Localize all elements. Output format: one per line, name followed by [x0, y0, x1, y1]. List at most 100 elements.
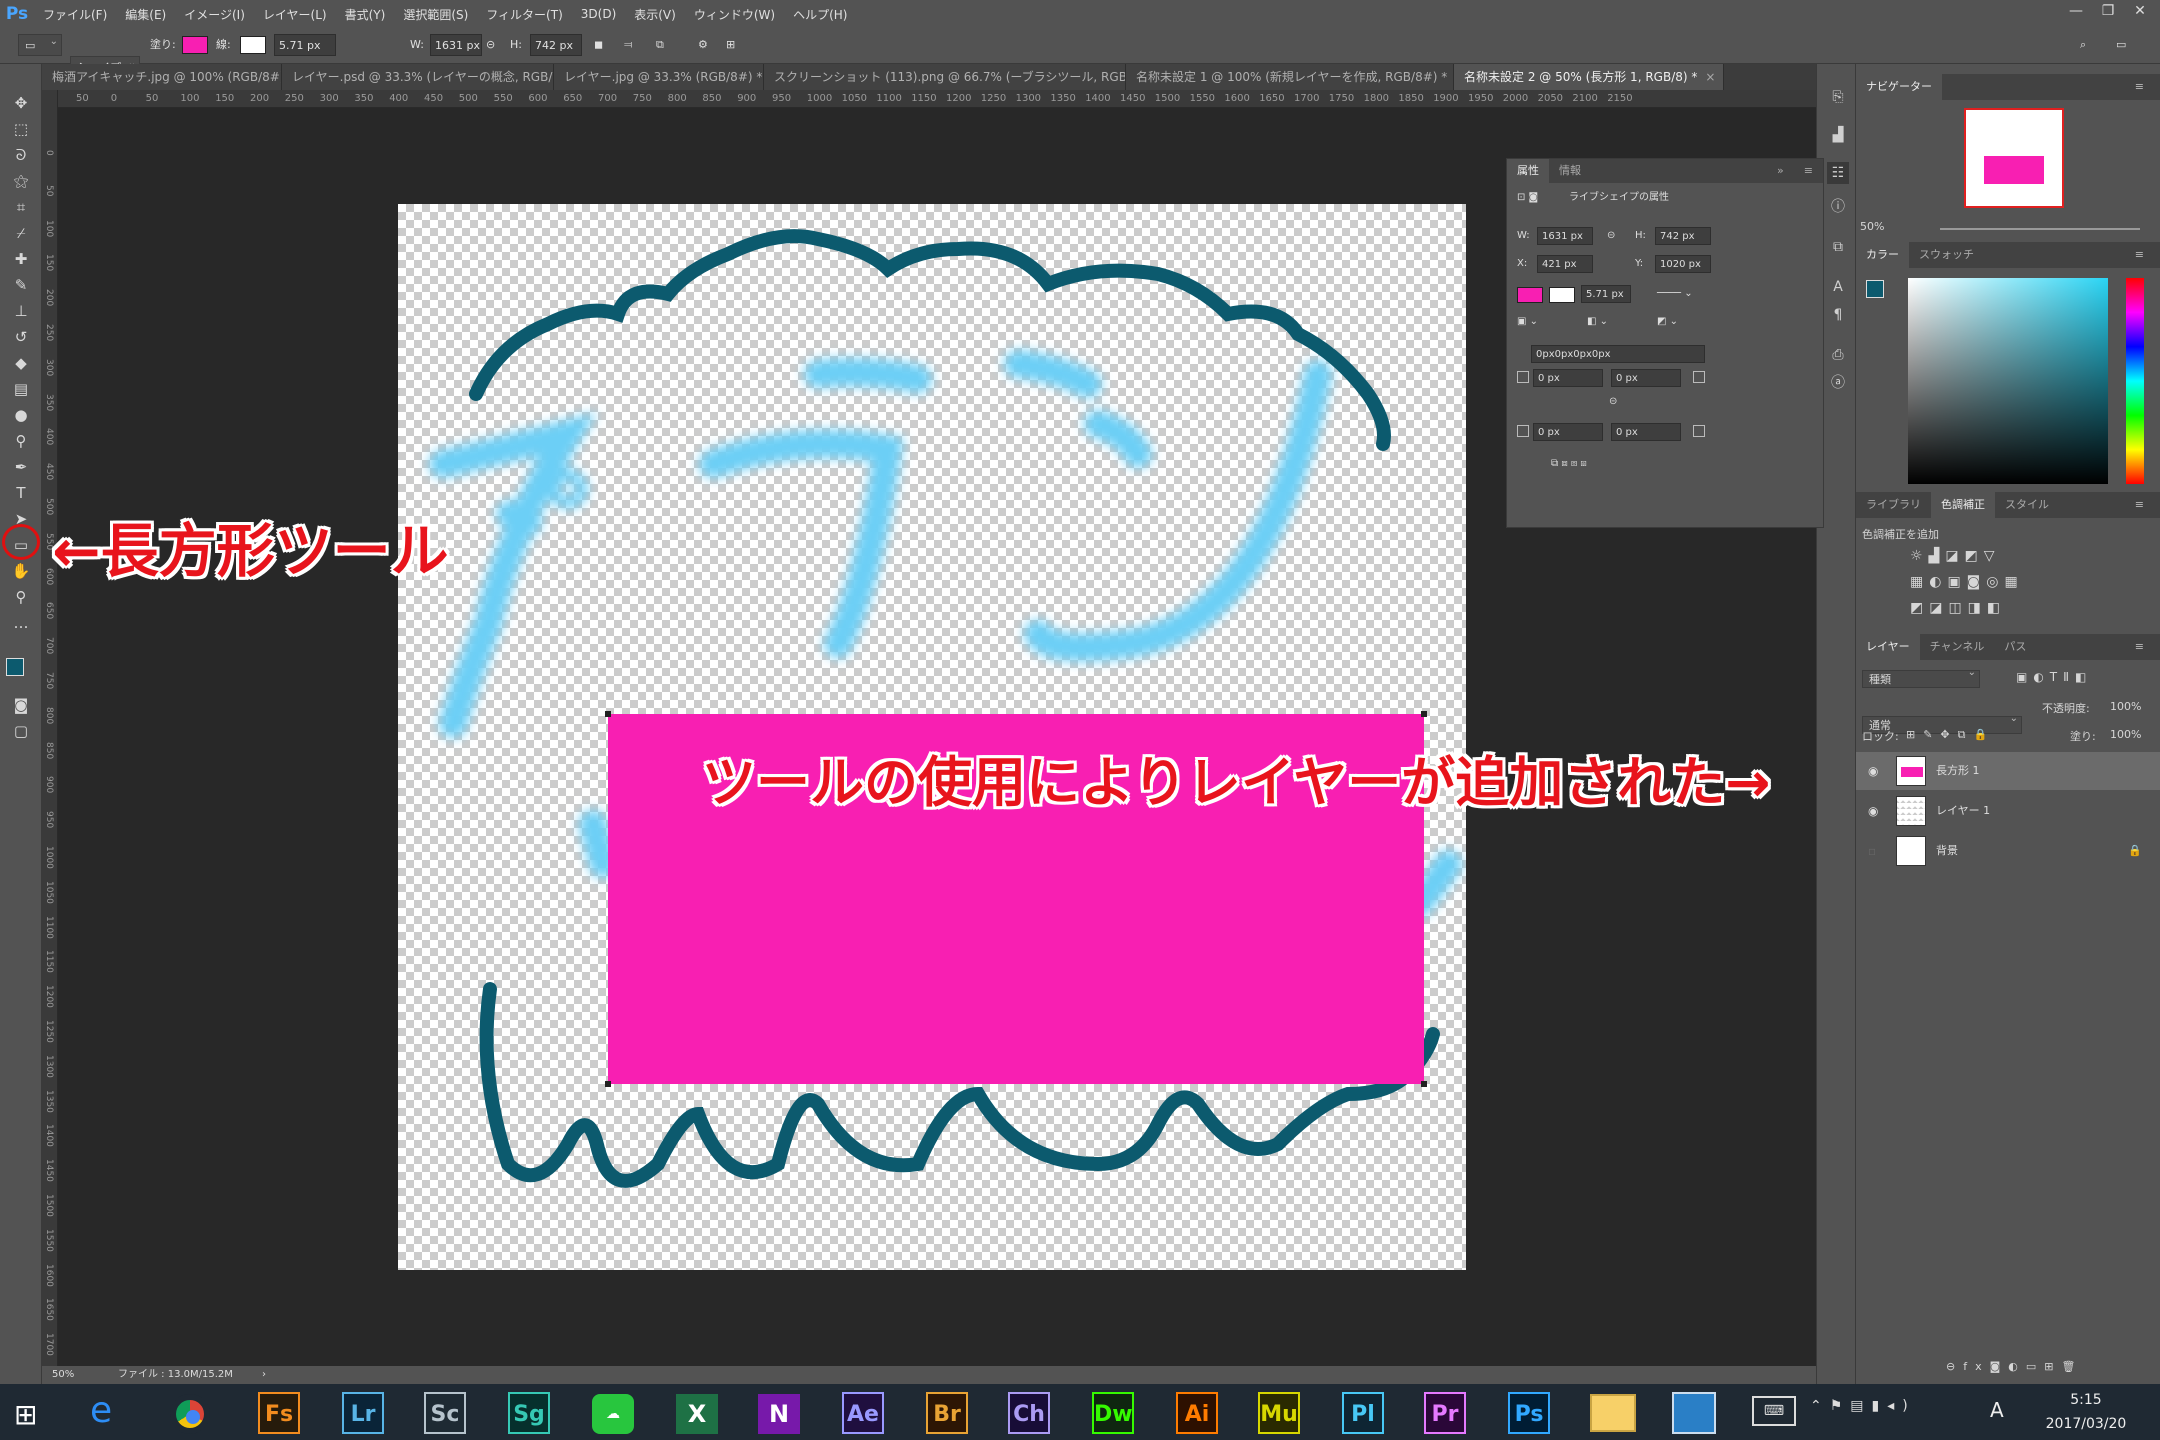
corner-checkbox[interactable] — [1517, 369, 1529, 387]
opacity-value[interactable]: 100% — [2110, 700, 2141, 713]
radius-3-field[interactable]: 0 px — [1533, 423, 1603, 441]
internet-explorer-icon[interactable]: e — [90, 1390, 112, 1431]
photoshop-app-icon[interactable]: Ps — [1508, 1392, 1550, 1434]
after-effects-app-icon[interactable]: Ae — [842, 1392, 884, 1434]
stroke-swatch[interactable] — [240, 36, 266, 54]
panel-menu-icon[interactable]: ≡ — [2125, 242, 2154, 268]
file-explorer-icon[interactable] — [1590, 1394, 1636, 1432]
history-brush-icon[interactable]: ↺ — [8, 326, 34, 348]
tab-adjustments[interactable]: 色調補正 — [1931, 492, 1995, 518]
brush-tool-icon[interactable]: ✎ — [8, 274, 34, 296]
illustrator-app-icon[interactable]: Ai — [1176, 1392, 1218, 1434]
adjustment-icons-row-2[interactable]: ▦◐▣◙◎▦ — [1910, 574, 2024, 590]
scout-app-icon[interactable]: Sc — [424, 1392, 466, 1434]
link-icon[interactable]: ⊝ — [486, 34, 495, 56]
healing-tool-icon[interactable]: ✚ — [8, 248, 34, 270]
corner-checkbox[interactable] — [1693, 369, 1705, 387]
marquee-tool-icon[interactable]: ⬚ — [8, 118, 34, 140]
close-icon[interactable]: × — [1705, 70, 1715, 84]
glyphs-icon[interactable]: ⎙ — [1827, 344, 1849, 366]
menu-layer[interactable]: レイヤー(L) — [254, 6, 336, 23]
layer-row-layer1[interactable]: ◉ レイヤー 1 — [1856, 792, 2160, 830]
clone-source-icon[interactable]: ⧉ — [1827, 236, 1849, 258]
type-tool-icon[interactable]: T — [8, 482, 34, 504]
tab-properties[interactable]: 属性 — [1507, 159, 1549, 183]
onenote-app-icon[interactable]: N — [758, 1394, 800, 1434]
zoom-level[interactable]: 50% — [52, 1366, 74, 1384]
tab-untitled-1[interactable]: 名称未設定 1 @ 100% (新規レイヤーを作成, RGB/8#) *× — [1126, 64, 1454, 90]
adjustment-icons-row-3[interactable]: ◩◪◫◨◧ — [1910, 600, 2006, 616]
photos-app-icon[interactable] — [1672, 1392, 1716, 1434]
stroke-style-dropdown[interactable]: ──── ⌄ — [1657, 285, 1693, 303]
tab-info[interactable]: 情報 — [1549, 159, 1591, 183]
radius-2-field[interactable]: 0 px — [1611, 369, 1681, 387]
foreground-color-swatch[interactable] — [6, 658, 24, 676]
bridge-app-icon[interactable]: Br — [926, 1392, 968, 1434]
visibility-eye-icon[interactable]: ◉ — [1868, 752, 1878, 790]
lock-icons[interactable]: ⊞✎✥⧉🔒 — [1906, 728, 1995, 742]
prop-height-field[interactable]: 742 px — [1655, 227, 1711, 245]
fill-value[interactable]: 100% — [2110, 728, 2141, 741]
tab-untitled-2[interactable]: 名称未設定 2 @ 50% (長方形 1, RGB/8) * × — [1454, 64, 1724, 90]
layer-row-background[interactable]: ▫ 背景 🔒 — [1856, 832, 2160, 870]
corner-checkbox[interactable] — [1517, 423, 1529, 441]
lightroom-app-icon[interactable]: Lr — [342, 1392, 384, 1434]
histogram-icon[interactable]: ▟ — [1827, 124, 1849, 146]
prop-width-field[interactable]: 1631 px — [1537, 227, 1593, 245]
stroke-width-field[interactable]: 5.71 px — [274, 34, 336, 56]
restore-button[interactable]: ❐ — [2092, 0, 2124, 24]
panel-menu-icon[interactable]: ≡ — [2125, 492, 2154, 518]
transform-handle[interactable] — [605, 711, 611, 717]
tab-color[interactable]: カラー — [1856, 242, 1909, 268]
hand-tool-icon[interactable]: ✋ — [8, 560, 34, 582]
character-icon[interactable]: A — [1827, 276, 1849, 298]
transform-handle[interactable] — [1421, 1081, 1427, 1087]
tab-paths[interactable]: パス — [1994, 634, 2036, 660]
panel-menu-icon[interactable]: ≡ — [2125, 74, 2154, 100]
gear-icon[interactable]: ⚙ — [698, 34, 708, 56]
tab-navigator[interactable]: ナビゲーター — [1856, 74, 1942, 100]
excel-app-icon[interactable]: X — [676, 1394, 718, 1434]
width-field[interactable]: 1631 px — [430, 34, 482, 56]
prop-stroke-width[interactable]: 5.71 px — [1581, 285, 1631, 303]
speedgrade-app-icon[interactable]: Sg — [508, 1392, 550, 1434]
menu-filter[interactable]: フィルター(T) — [477, 6, 571, 23]
tab-screenshot[interactable]: スクリーンショット (113).png @ 66.7% (ーブラシツール, RG… — [764, 64, 1126, 90]
menu-view[interactable]: 表示(V) — [625, 6, 685, 23]
blur-tool-icon[interactable]: ● — [8, 404, 34, 426]
crop-tool-icon[interactable]: ⌗ — [8, 196, 34, 218]
prelude-app-icon[interactable]: Pl — [1342, 1392, 1384, 1434]
pen-tool-icon[interactable]: ✒ — [8, 456, 34, 478]
search-icon[interactable]: ⌕ — [2080, 34, 2086, 56]
char-styles-icon[interactable]: ⓐ — [1827, 372, 1849, 394]
navigator-zoom-slider[interactable] — [1940, 228, 2140, 230]
visibility-toggle[interactable]: ▫ — [1868, 832, 1876, 870]
layer-name[interactable]: 背景 — [1936, 832, 1958, 870]
workspace-icon[interactable]: ▭ — [2116, 34, 2126, 56]
tab-channels[interactable]: チャンネル — [1920, 634, 1995, 660]
character-animator-app-icon[interactable]: Ch — [1008, 1392, 1050, 1434]
keyboard-icon[interactable]: ⌨ — [1752, 1396, 1796, 1426]
minimize-button[interactable]: — — [2060, 0, 2092, 24]
path-ops-icons[interactable]: ⧉ ⧈ ⧇ ⧆ — [1551, 455, 1587, 473]
panel-menu-icon[interactable]: ≡ — [1794, 159, 1823, 183]
quick-mask-icon[interactable]: ◙ — [8, 694, 34, 716]
tool-preset-picker[interactable]: ▭ — [18, 31, 62, 56]
corner-checkbox[interactable] — [1693, 423, 1705, 441]
close-button[interactable]: ✕ — [2124, 0, 2156, 24]
fuse-app-icon[interactable]: Fs — [258, 1392, 300, 1434]
tab-layers[interactable]: レイヤー — [1856, 634, 1920, 660]
tab-styles[interactable]: スタイル — [1995, 492, 2059, 518]
fill-swatch[interactable] — [182, 36, 208, 54]
layer-actions-icons[interactable]: ⊖fx◙◐▭⊞🗑 — [1946, 1360, 2083, 1373]
more-tools-icon[interactable]: … — [8, 612, 34, 634]
stamp-tool-icon[interactable]: ⊥ — [8, 300, 34, 322]
line-app-icon[interactable]: ☁ — [592, 1394, 634, 1434]
tab-umeshu[interactable]: 梅酒アイキャッチ.jpg @ 100% (RGB/8#) *× — [42, 64, 282, 90]
transform-handle[interactable] — [1421, 711, 1427, 717]
path-align-icon[interactable]: ⫤ — [624, 34, 632, 56]
path-arrange-icon[interactable]: ⧉ — [656, 34, 664, 56]
tab-layer-psd[interactable]: レイヤー.psd @ 33.3% (レイヤーの概念, RGB/8) *× — [282, 64, 554, 90]
layer-name[interactable]: 長方形 1 — [1936, 752, 1980, 790]
stroke-corners-dropdown[interactable]: ◩ ⌄ — [1657, 313, 1678, 331]
